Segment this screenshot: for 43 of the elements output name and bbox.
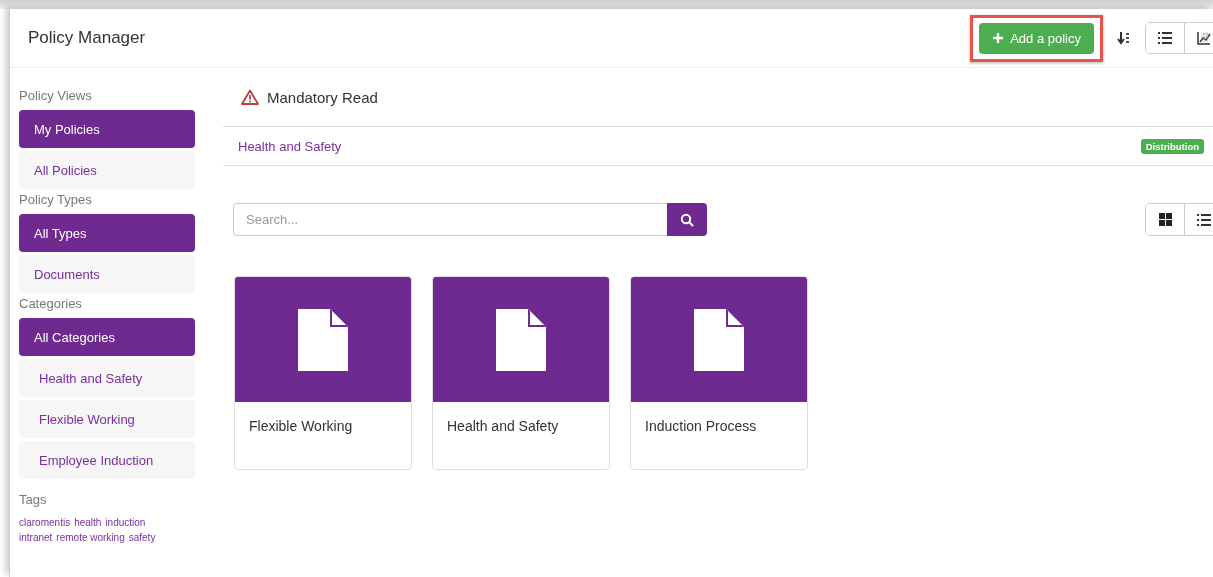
sidebar-item[interactable]: My Policies: [19, 110, 195, 148]
tag-link[interactable]: remote working: [56, 532, 125, 543]
section-heading: Policy Types: [19, 192, 93, 207]
card-title: Health and Safety: [446, 417, 560, 436]
sidebar-item[interactable]: All Types: [19, 214, 195, 252]
tag-link[interactable]: health: [74, 517, 102, 528]
window-title: Policy Manager: [28, 28, 146, 48]
list-view-button[interactable]: [1184, 204, 1213, 235]
section-heading: Policy Views: [19, 88, 93, 103]
search-button[interactable]: [667, 203, 707, 236]
search-icon: [680, 212, 694, 227]
tag-link[interactable]: induction: [105, 517, 146, 528]
chart-button[interactable]: [1184, 23, 1213, 53]
mandatory-read-heading: Mandatory Read: [267, 88, 378, 106]
chart-icon: [1196, 31, 1211, 45]
policy-card[interactable]: Health and Safety: [432, 276, 610, 470]
grid-icon: [1158, 213, 1172, 226]
card-title: Flexible Working: [248, 417, 354, 436]
plus-icon: [992, 32, 1005, 44]
sidebar-item[interactable]: Flexible Working: [19, 400, 195, 438]
distribution-badge: Distribution: [1140, 138, 1204, 154]
policy-card[interactable]: Induction Process: [630, 276, 808, 470]
sidebar-item[interactable]: Health and Safety: [19, 359, 195, 397]
policy-link[interactable]: Health and Safety: [238, 138, 342, 154]
search-field[interactable]: Search...: [233, 203, 667, 236]
sidebar-item[interactable]: All Policies: [19, 151, 195, 189]
document-icon: [298, 308, 348, 371]
card-title: Induction Process: [644, 417, 758, 436]
tag-link[interactable]: claromentis: [19, 517, 71, 528]
warning-icon: [241, 89, 259, 105]
section-heading: Tags: [19, 492, 48, 507]
policy-card[interactable]: Flexible Working: [234, 276, 412, 470]
sidebar-item[interactable]: Documents: [19, 255, 195, 293]
list-icon: [1196, 213, 1211, 226]
list-icon: [1158, 32, 1172, 44]
sidebar-item[interactable]: Employee Induction: [19, 441, 195, 479]
sort-icon: [1117, 31, 1131, 45]
section-heading: Categories: [19, 296, 83, 311]
document-icon: [694, 308, 744, 371]
tag-link[interactable]: intranet: [19, 532, 53, 543]
document-icon: [496, 308, 546, 371]
sidebar-item[interactable]: All Categories: [19, 318, 195, 356]
tag-link[interactable]: safety: [128, 532, 156, 543]
